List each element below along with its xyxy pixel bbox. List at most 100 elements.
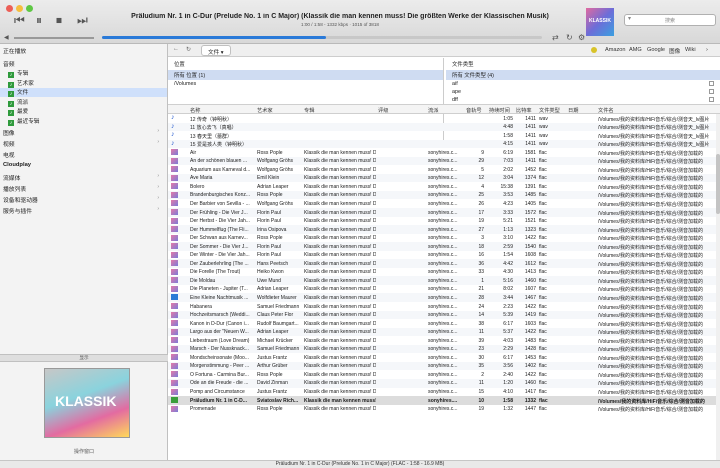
search-input[interactable]: 搜索: [624, 14, 716, 26]
filetype-checkbox[interactable]: [709, 89, 714, 94]
link-wiki[interactable]: Wiki: [685, 47, 696, 53]
pause-icon[interactable]: ⏸: [36, 14, 42, 26]
tab-files[interactable]: 文件 ▾: [201, 45, 231, 56]
link-amazon[interactable]: Amazon: [605, 47, 626, 53]
sidebar-item-files[interactable]: ♪ 文件: [0, 88, 167, 97]
table-row[interactable]: Die Moldau Uwe Mund Klassik die man kennen…: [168, 276, 720, 285]
volume-slider[interactable]: [14, 37, 94, 39]
show-panel-header[interactable]: 显示: [0, 354, 168, 362]
sidebar-item-albums[interactable]: ♪ 专辑: [8, 69, 28, 78]
column-date[interactable]: 日期: [568, 107, 578, 114]
column-filetype[interactable]: 文件类型: [539, 107, 560, 114]
table-row[interactable]: ♪ 15 爱是孩人类（钟明秋） 4:15 1411 wav/Volumes/我的资料库/…: [168, 139, 720, 149]
table-row[interactable]: Die Forelle (The Trout) Heiko Kwon Klassik…: [168, 268, 720, 277]
table-row[interactable]: O Fortuna - Carmina Bur... Ross Pople Klas…: [168, 370, 720, 379]
table-row[interactable]: Liebestraum (Love Dream) Michael Krücker K…: [168, 336, 720, 345]
table-row[interactable]: Hochzeitsmarsch (Weddi... Claus Peter Flo…: [168, 310, 720, 320]
table-row[interactable]: Der Schwan aus Karnev... Ross Pople Klassi…: [168, 234, 720, 243]
sidebar-streaming[interactable]: 流媒体 ›: [3, 173, 163, 182]
filetype-item[interactable]: dff: [446, 96, 720, 104]
table-row[interactable]: Der Barbier von Sevilla - ... Wolfgang Gr…: [168, 199, 720, 208]
table-row[interactable]: Ave Maria Emil Klein Klassik die man kenne…: [168, 173, 720, 183]
table-row[interactable]: Der Sommer - Die Vier J... Florin Paul Kla…: [168, 242, 720, 251]
column-album[interactable]: 专辑: [304, 107, 314, 114]
seek-bar[interactable]: [102, 36, 542, 39]
column-name[interactable]: 名称: [190, 107, 200, 114]
table-row[interactable]: Der Frühling - Die Vier J... Florin Paul K…: [168, 208, 720, 217]
table-row[interactable]: Der Hummelflug (The Fli... Irina Osipova K…: [168, 225, 720, 234]
table-row[interactable]: Eine Kleine Nachtmusik ... Wolfdieter Mau…: [168, 293, 720, 303]
filetype-all[interactable]: 所有 文件类型 (4): [446, 70, 720, 80]
column-artist[interactable]: 艺术家: [257, 107, 273, 114]
table-row[interactable]: Der Zauberlehrling (The ... Hans Peetsch K…: [168, 259, 720, 268]
sidebar-item-recent-albums[interactable]: ♪ 最近专辑: [8, 117, 39, 126]
table-row[interactable]: ♪ 12 传奇（钟明秋） 1:05 1411 wav/Volumes/我的资料库/HiF…: [168, 114, 720, 123]
refresh-icon[interactable]: ↻: [186, 46, 191, 53]
table-row[interactable]: ♪ 13 春天里（蕾群） 1:58 1411 wav/Volumes/我的资料库/HiF…: [168, 131, 720, 140]
cell-filetype: flac: [539, 346, 547, 353]
column-rating[interactable]: 评级: [378, 107, 388, 114]
sidebar-item-genres[interactable]: ♪ 流派: [8, 98, 28, 107]
table-row[interactable]: Der Herbst - Die Vier Jah... Florin Paul K…: [168, 217, 720, 226]
link-amg[interactable]: AMG: [629, 47, 642, 53]
table-row[interactable]: Promenade Ross Pople Klassik die man kenne…: [168, 405, 720, 414]
table-row[interactable]: ♪ 11 放心去飞（真唱） 4:48 1411 wav/Volumes/我的资料库/Hi…: [168, 122, 720, 132]
filetype-checkbox[interactable]: [709, 97, 714, 102]
sidebar-video[interactable]: 视频 ›: [3, 139, 163, 148]
filetype-item[interactable]: aif: [446, 80, 720, 88]
column-filename[interactable]: 文件名: [598, 107, 614, 114]
sidebar-devices[interactable]: 设备和驱动器 ›: [3, 195, 163, 204]
scrollbar[interactable]: [716, 114, 720, 460]
sidebar-now-playing[interactable]: 正在播放: [3, 46, 26, 55]
table-row[interactable]: Die Planeten - Jupiter (T... Adrian Leape…: [168, 285, 720, 294]
previous-track-icon[interactable]: ⏮: [14, 14, 25, 26]
filetype-checkbox[interactable]: [709, 81, 714, 86]
now-playing-artwork[interactable]: KLASSIK: [586, 8, 614, 36]
table-row[interactable]: Aquarium aus Karneval d... Wolfgang Gröhs…: [168, 165, 720, 174]
stop-icon[interactable]: ⏹: [56, 14, 62, 26]
table-row[interactable]: Kanon in D-Dur (Canon i... Rudolf Baumgar…: [168, 319, 720, 328]
column-genre[interactable]: 流派: [428, 107, 438, 114]
sidebar-item-artists[interactable]: ♪ 艺术家: [8, 79, 34, 88]
table-row[interactable]: Präludium Nr. 1 in C-D... Sviatoslav Rich…: [168, 396, 720, 405]
back-arrow-icon[interactable]: ←: [173, 46, 179, 52]
location-item[interactable]: /Volumes: [168, 80, 443, 88]
table-row[interactable]: Ode an die Freude - die ... David Zinman K…: [168, 378, 720, 388]
table-row[interactable]: Der Winter - Die Vier Jah... Florin Paul K…: [168, 251, 720, 260]
sidebar-cloudplay[interactable]: Cloudplay: [3, 162, 31, 168]
sidebar-services[interactable]: 服务与插件 ›: [3, 206, 163, 215]
minimize-window-button[interactable]: [16, 5, 23, 12]
more-icon[interactable]: ›: [706, 47, 708, 53]
sidebar-playlists[interactable]: 播放列表 ›: [3, 184, 163, 193]
sidebar-audio[interactable]: 音频: [3, 59, 15, 68]
table-row[interactable]: Marsch - Der Nussknack... Samuel Friedman…: [168, 344, 720, 354]
column-track[interactable]: 音轨号: [466, 107, 482, 114]
table-row[interactable]: Habanera Samuel Friedmann Klassik die man …: [168, 302, 720, 311]
sidebar-item-favorites[interactable]: ♪ 最爱: [8, 107, 28, 116]
close-window-button[interactable]: [6, 5, 13, 12]
cell-artist: Michael Krücker: [257, 337, 293, 344]
sidebar-images[interactable]: 图像 ›: [3, 128, 163, 137]
table-row[interactable]: Morgenstimmung - Peer ... Arthur Grüber Kl…: [168, 361, 720, 371]
location-all[interactable]: 所有 位置 (1): [168, 70, 443, 80]
table-row[interactable]: Brandenburgisches Konz... Ross Pople Klass…: [168, 190, 720, 200]
filetype-item[interactable]: ape: [446, 88, 720, 96]
column-bitrate[interactable]: 比特率: [516, 107, 532, 114]
table-row[interactable]: Pomp and Circumstance Justus Frantz Klassi…: [168, 388, 720, 397]
scrollbar-thumb[interactable]: [716, 154, 720, 214]
repeat-icon[interactable]: ⇄: [552, 33, 559, 42]
zoom-window-button[interactable]: [26, 5, 33, 12]
link-images[interactable]: 图像: [669, 47, 680, 55]
table-row[interactable]: Bolero Adrian Leaper Klassik die man kenne…: [168, 182, 720, 191]
link-google[interactable]: Google: [647, 47, 665, 53]
table-row[interactable]: Air Ross Pople Klassik die man kennen muss…: [168, 148, 720, 157]
shuffle-icon[interactable]: ↻: [566, 33, 573, 42]
table-row[interactable]: An der schönen blauen ... Wolfgang Gröhs K…: [168, 156, 720, 166]
table-row[interactable]: Largo aus der "Neuen W... Adrian Leaper Kl…: [168, 327, 720, 337]
table-row[interactable]: Mondscheinsonate (Moo... Justus Frantz Kla…: [168, 353, 720, 362]
sidebar-tv[interactable]: 电视: [3, 150, 15, 159]
next-track-icon[interactable]: ⏭: [77, 14, 88, 26]
gear-icon[interactable]: ⚙: [578, 33, 585, 42]
action-window-button[interactable]: 操作窗口: [0, 448, 168, 455]
column-duration[interactable]: 持续时间: [489, 107, 510, 114]
